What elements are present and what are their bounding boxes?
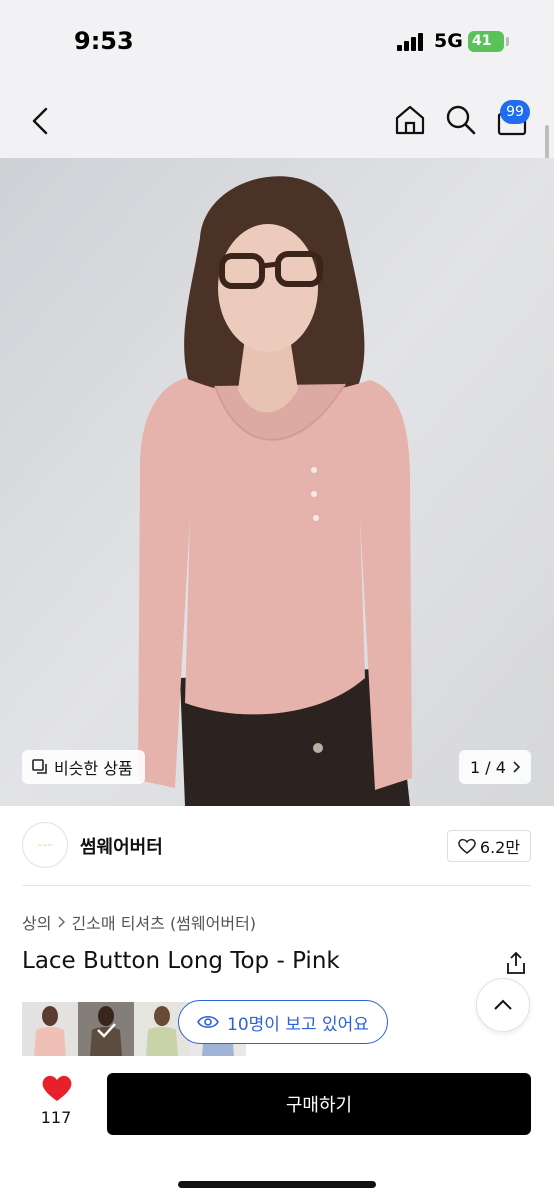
home-indicator [178, 1181, 376, 1188]
breadcrumb-subcategory[interactable]: 긴소매 티셔츠 (썸웨어버터) [71, 910, 256, 934]
brand-like-button[interactable]: 6.2만 [447, 830, 531, 862]
thumbnail-pink[interactable] [22, 1002, 78, 1056]
product-title: Lace Button Long Top - Pink [22, 948, 340, 974]
brand-like-count: 6.2만 [479, 838, 521, 857]
scroll-to-top-button[interactable] [476, 978, 530, 1032]
eye-icon [197, 1015, 219, 1029]
share-icon[interactable] [505, 951, 527, 975]
status-bar: 9:53 5G 41 [0, 0, 554, 88]
wishlist-count: 117 [40, 1108, 72, 1127]
similar-products-button[interactable]: 비슷한 상품 [22, 750, 145, 784]
battery-tip [506, 37, 509, 46]
search-icon[interactable] [445, 104, 477, 136]
viewers-label: 10명이 보고 있어요 [227, 1014, 369, 1035]
brand-logo-mark: ~~~ [37, 841, 53, 849]
status-time: 9:53 [74, 27, 134, 55]
wishlist-button[interactable] [36, 1074, 78, 1106]
breadcrumb-category[interactable]: 상의 [22, 910, 51, 934]
battery-icon: 41 [468, 31, 504, 52]
buy-button-label: 구매하기 [285, 1095, 353, 1116]
product-image[interactable] [0, 158, 554, 806]
heart-filled-icon [42, 1075, 72, 1101]
home-icon[interactable] [394, 104, 426, 136]
viewers-pill: 10명이 보고 있어요 [178, 1000, 388, 1044]
model-photo [0, 158, 554, 806]
thumbnail-image [22, 1002, 78, 1056]
divider [22, 885, 531, 886]
network-type: 5G [434, 30, 463, 52]
brand-logo[interactable]: ~~~ [22, 822, 68, 868]
chevron-right-icon [58, 916, 66, 928]
pager-text: 1 / 4 [470, 757, 506, 777]
cart-count-badge: 99 [500, 100, 530, 124]
copy-icon [32, 759, 47, 774]
chevron-right-icon [513, 761, 520, 773]
thumbnail-brown[interactable] [78, 1002, 134, 1056]
image-pager[interactable]: 1 / 4 [459, 750, 531, 784]
breadcrumb: 상의 긴소매 티셔츠 (썸웨어버터) [22, 910, 256, 934]
top-nav [0, 88, 554, 158]
signal-icon [397, 33, 425, 51]
thumbnail-image [78, 1002, 134, 1056]
heart-outline-icon [458, 838, 476, 854]
brand-name[interactable]: 썸웨어버터 [80, 833, 163, 859]
similar-products-label: 비슷한 상품 [54, 759, 133, 778]
back-icon[interactable] [28, 106, 52, 136]
buy-button[interactable]: 구매하기 [107, 1073, 531, 1135]
chevron-up-icon [494, 999, 512, 1010]
